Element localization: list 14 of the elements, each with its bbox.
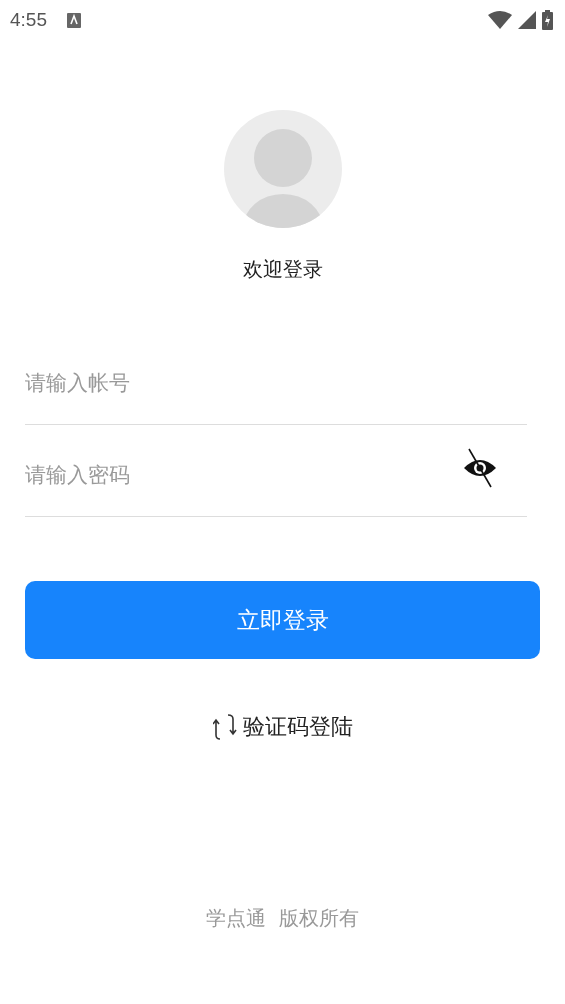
password-field[interactable]: 请输入密码 xyxy=(25,462,463,487)
swap-arrows-icon xyxy=(212,711,237,743)
signal-icon xyxy=(518,11,536,29)
eye-slash-icon[interactable] xyxy=(463,447,497,488)
notification-icon xyxy=(67,12,81,28)
account-field[interactable]: 请输入帐号 xyxy=(25,370,527,395)
avatar-icon xyxy=(223,110,342,228)
wifi-icon xyxy=(488,11,512,29)
status-time: 4:55 xyxy=(10,9,47,31)
battery-icon xyxy=(542,10,553,30)
copyright-text: 学点通 版权所有 xyxy=(206,905,359,932)
login-button[interactable]: 立即登录 xyxy=(25,581,540,659)
code-login-link[interactable]: 验证码登陆 xyxy=(208,707,357,747)
welcome-title: 欢迎登录 xyxy=(242,256,323,283)
